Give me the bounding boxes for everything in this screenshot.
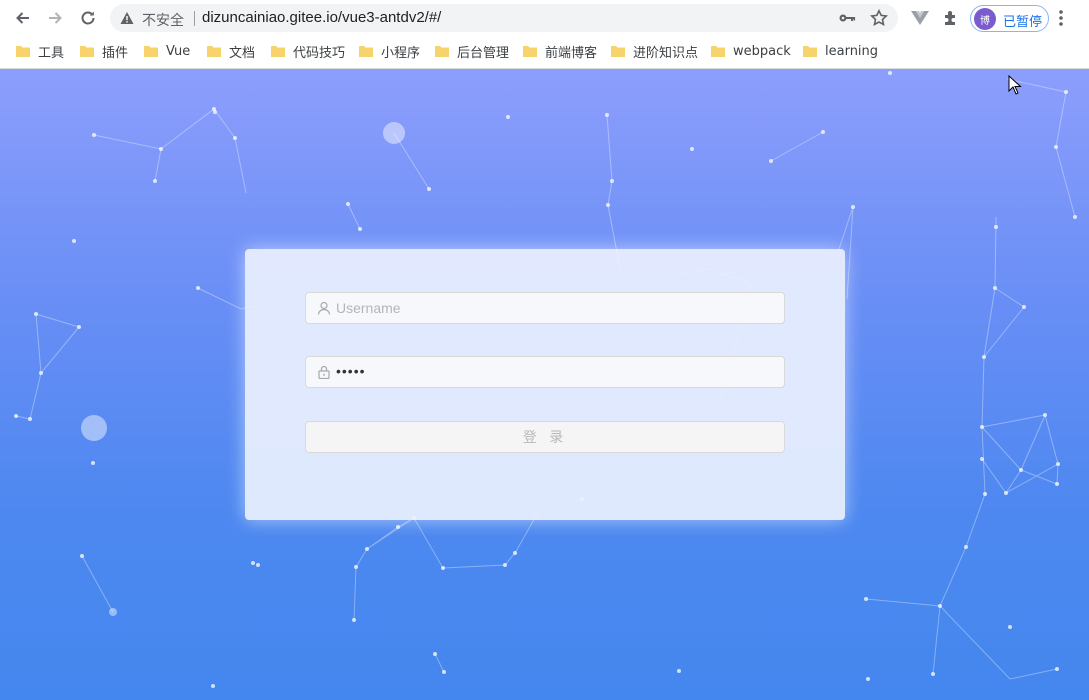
- folder-icon: [80, 46, 94, 57]
- folder-icon: [16, 46, 30, 57]
- bookmark-folder-advanced[interactable]: 进阶知识点: [611, 41, 698, 61]
- login-form: ••••• 登 录: [245, 249, 845, 520]
- bookmark-folder-frontend-blogs[interactable]: 前端博客: [523, 41, 597, 61]
- bookmark-label: Vue: [166, 43, 191, 59]
- folder-icon: [435, 46, 449, 57]
- mouse-cursor-icon: [1008, 75, 1022, 95]
- forward-button[interactable]: [42, 5, 68, 31]
- bookmark-label: 进阶知识点: [633, 45, 699, 61]
- username-field[interactable]: [305, 292, 785, 324]
- bookmark-folder-webpack[interactable]: webpack: [711, 41, 791, 61]
- bookmark-label: 工具: [38, 45, 65, 61]
- back-button[interactable]: [10, 5, 36, 31]
- more-menu-icon[interactable]: [1058, 9, 1064, 27]
- bookmark-folder-miniprogram[interactable]: 小程序: [359, 41, 420, 61]
- bookmark-label: learning: [825, 43, 879, 59]
- extensions-puzzle-icon[interactable]: [942, 9, 960, 27]
- page-viewport: ••••• 登 录: [0, 69, 1089, 700]
- bookmark-folder-learning[interactable]: learning: [803, 41, 878, 61]
- back-arrow-icon: [16, 12, 29, 24]
- bookmark-folder-tools[interactable]: 工具: [16, 41, 64, 61]
- folder-icon: [523, 46, 537, 57]
- bookmark-folder-code-tips[interactable]: 代码技巧: [271, 41, 345, 61]
- browser-chrome: 不安全 dizuncainiao.gitee.io/vue3-antdv2/#/…: [0, 0, 1089, 69]
- bookmark-star-icon[interactable]: [870, 9, 888, 27]
- url-text[interactable]: dizuncainiao.gitee.io/vue3-antdv2/#/: [202, 9, 441, 26]
- bookmark-label: 小程序: [381, 45, 421, 61]
- bookmark-folder-vue[interactable]: Vue: [144, 41, 190, 61]
- bookmarks-bar: 工具 插件 Vue 文档 代码技巧 小程序 后台管理 前端博客 进阶知识点 we…: [0, 37, 1089, 65]
- bookmark-label: 文档: [229, 45, 256, 61]
- vue-devtools-extension-icon[interactable]: [910, 10, 930, 26]
- profile-button[interactable]: 博 已暂停: [970, 5, 1049, 32]
- bookmark-label: 插件: [102, 45, 129, 61]
- bookmark-label: webpack: [733, 43, 791, 59]
- address-bar[interactable]: 不安全 dizuncainiao.gitee.io/vue3-antdv2/#/: [110, 4, 898, 32]
- bookmark-folder-admin[interactable]: 后台管理: [435, 41, 509, 61]
- reload-icon: [81, 11, 95, 25]
- lock-icon: [318, 365, 330, 379]
- browser-toolbar: 不安全 dizuncainiao.gitee.io/vue3-antdv2/#/…: [0, 0, 1089, 36]
- password-input[interactable]: •••••: [336, 363, 366, 379]
- folder-icon: [711, 46, 725, 57]
- bookmark-label: 代码技巧: [293, 45, 346, 61]
- password-field[interactable]: •••••: [305, 356, 785, 388]
- folder-icon: [611, 46, 625, 57]
- key-icon[interactable]: [838, 10, 856, 26]
- avatar: 博: [974, 8, 996, 30]
- omnibox-divider: [194, 11, 195, 26]
- sync-paused-label: 已暂停: [1003, 15, 1043, 30]
- bookmark-folder-docs[interactable]: 文档: [207, 41, 255, 61]
- username-input[interactable]: [336, 293, 776, 323]
- user-icon: [317, 301, 331, 315]
- forward-arrow-icon: [49, 12, 62, 24]
- folder-icon: [271, 46, 285, 57]
- folder-icon: [803, 46, 817, 57]
- bookmark-folder-plugins[interactable]: 插件: [80, 41, 128, 61]
- folder-icon: [359, 46, 373, 57]
- bookmark-label: 前端博客: [545, 45, 598, 61]
- security-status-label: 不安全: [142, 13, 184, 29]
- folder-icon: [144, 46, 158, 57]
- login-button[interactable]: 登 录: [305, 421, 785, 453]
- reload-button[interactable]: [75, 5, 101, 31]
- folder-icon: [207, 46, 221, 57]
- bookmark-label: 后台管理: [457, 45, 510, 61]
- warning-icon: [120, 12, 134, 24]
